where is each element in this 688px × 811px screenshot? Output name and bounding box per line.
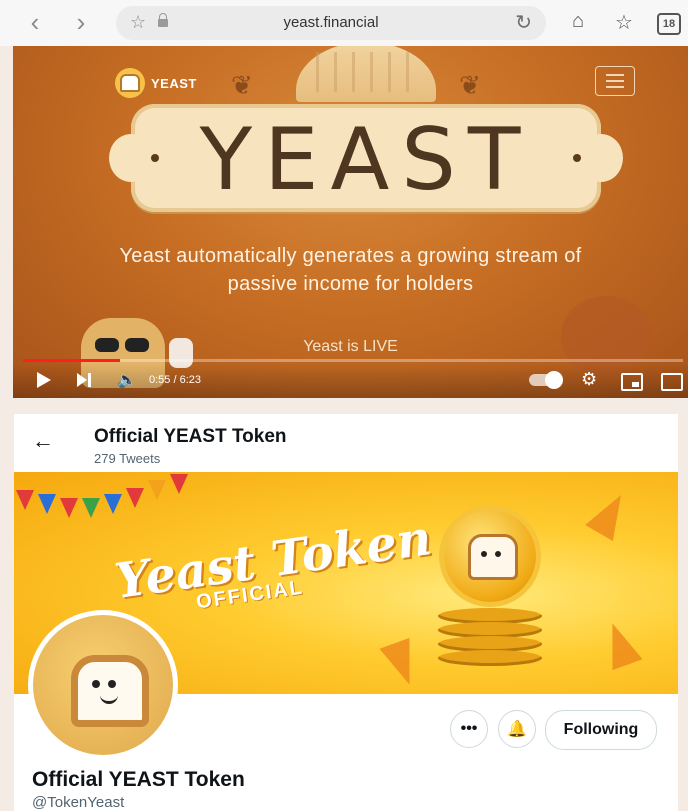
chip-illustration [597, 617, 643, 671]
chip-illustration [585, 486, 635, 542]
crown-ornament [296, 46, 436, 102]
tab-count-icon[interactable]: 18 [657, 13, 681, 35]
miniplayer-icon[interactable] [621, 373, 643, 391]
twitter-profile: ← Official YEAST Token 279 Tweets Yeast … [14, 414, 678, 811]
progress-bar[interactable] [23, 359, 120, 362]
progress-track[interactable] [23, 359, 683, 362]
time-display: 0:55 / 6:23 [149, 374, 201, 386]
video-caption: Yeast is LIVE [303, 338, 398, 355]
profile-avatar[interactable] [28, 610, 178, 760]
video-tagline: Yeast automatically generates a growing … [13, 242, 688, 298]
bunting-flag [82, 498, 100, 518]
favorites-icon[interactable]: ☆ [612, 10, 636, 35]
notification-bell-icon[interactable]: 🔔 [498, 710, 536, 748]
forward-icon[interactable]: › [68, 9, 94, 36]
browser-toolbar: ‹ › ☆ yeast.financial ↻ ⌂ ☆ 18 [0, 0, 688, 46]
bunting-flag [16, 490, 34, 510]
play-icon[interactable] [37, 372, 51, 388]
video-banner-title: YEAST [199, 110, 533, 210]
coin-illustration [444, 510, 536, 602]
chip-illustration [379, 637, 425, 691]
bunting-flag [104, 494, 122, 514]
video-player[interactable]: YEAST ❦ ❦ YEAST Yeast automatically gene… [13, 46, 688, 398]
hamburger-menu-icon[interactable] [595, 66, 635, 96]
bunting-flag [126, 488, 144, 508]
profile-handle: @TokenYeast [32, 794, 125, 811]
video-logo-text: YEAST [151, 75, 197, 91]
video-logo: YEAST [115, 68, 197, 98]
bunting-flag [170, 474, 188, 494]
url-text[interactable]: yeast.financial [116, 14, 546, 31]
player-controls: 🔈 0:55 / 6:23 ⚙ [13, 364, 688, 398]
reload-icon[interactable]: ↻ [515, 10, 532, 35]
swirl-ornament-left: ❦ [231, 70, 253, 100]
bread-logo-icon [115, 68, 145, 98]
following-button[interactable]: Following [545, 710, 657, 750]
bread-avatar-icon [71, 655, 149, 727]
profile-header: ← Official YEAST Token 279 Tweets [14, 414, 678, 472]
volume-icon[interactable]: 🔈 [117, 370, 137, 390]
bunting-flag [148, 480, 166, 500]
title-banner: YEAST [109, 104, 623, 212]
back-arrow-icon[interactable]: ← [32, 428, 54, 454]
autoplay-toggle[interactable] [529, 371, 563, 389]
theater-mode-icon[interactable] [661, 373, 683, 391]
address-bar[interactable]: ☆ yeast.financial ↻ [116, 6, 546, 40]
bunting-flag [38, 494, 56, 514]
settings-gear-icon[interactable]: ⚙ [581, 369, 597, 390]
tagline-line-1: Yeast automatically generates a growing … [119, 245, 582, 267]
header-account-name: Official YEAST Token [94, 426, 287, 447]
profile-name: Official YEAST Token [32, 768, 245, 791]
coin-stack-illustration [438, 608, 542, 678]
home-icon[interactable]: ⌂ [566, 10, 590, 33]
tagline-line-2: passive income for holders [227, 273, 474, 295]
swirl-ornament-right: ❦ [459, 70, 481, 100]
more-options-button[interactable]: ••• [450, 710, 488, 748]
back-icon[interactable]: ‹ [22, 9, 48, 36]
bunting-flag [60, 498, 78, 518]
next-icon[interactable] [77, 373, 93, 389]
tweet-count: 279 Tweets [94, 451, 161, 466]
